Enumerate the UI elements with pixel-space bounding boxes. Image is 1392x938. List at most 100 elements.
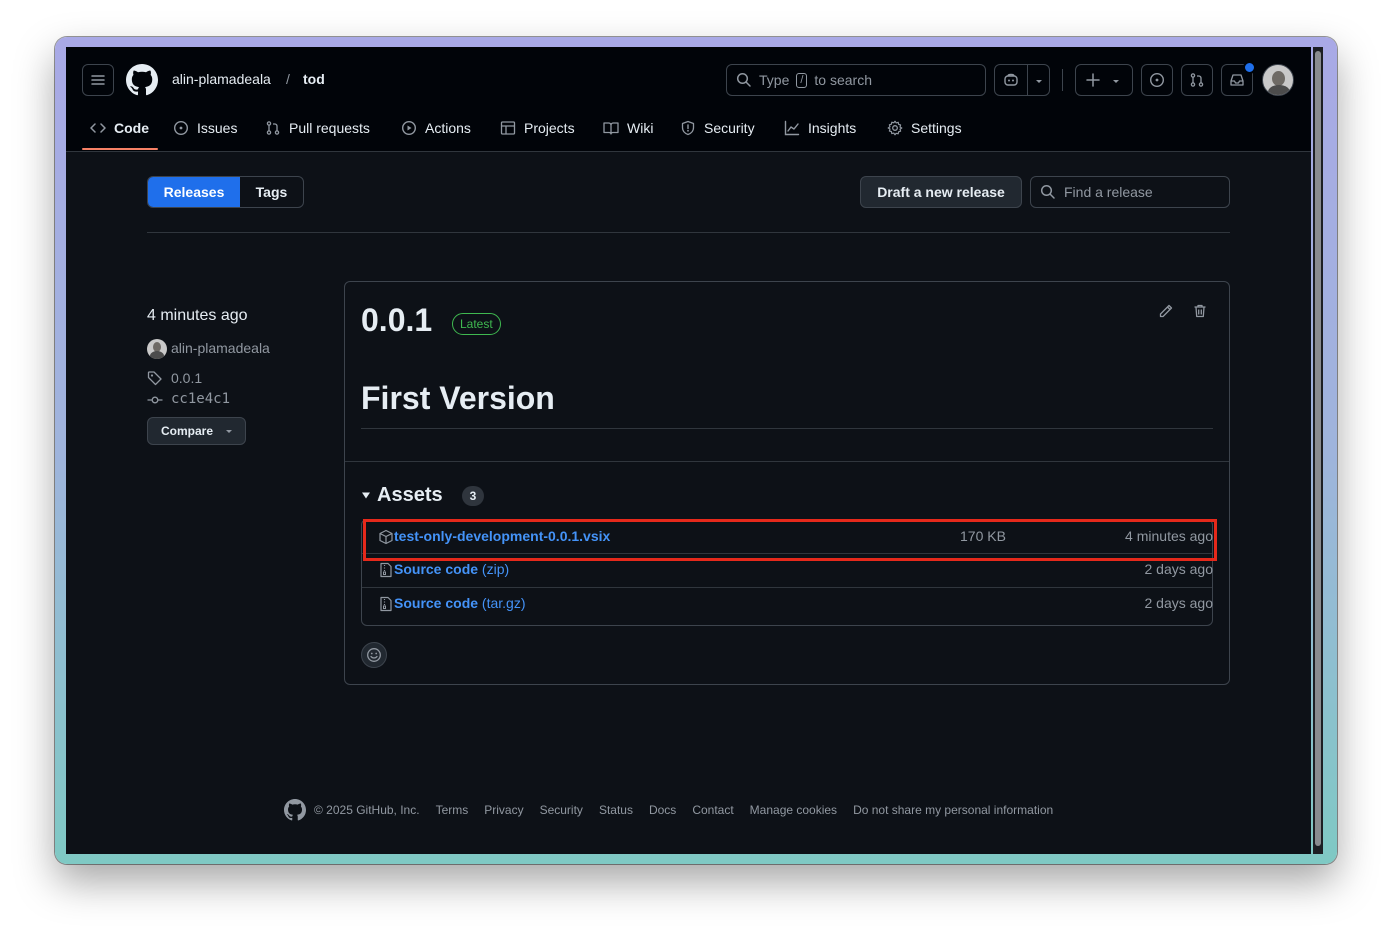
pull-request-icon: [266, 121, 280, 135]
footer-link-do-not-share[interactable]: Do not share my personal information: [853, 803, 1053, 817]
triangle-down-icon: [362, 492, 370, 499]
release-card: 0.0.1 Latest First Version Assets 3 test…: [344, 281, 1230, 685]
release-time: 4 minutes ago: [147, 307, 248, 324]
tab-security-label: Security: [704, 120, 755, 136]
add-reaction-button[interactable]: [361, 642, 387, 668]
tab-insights[interactable]: Insights: [784, 117, 856, 139]
commit-link[interactable]: cc1e4c1: [171, 391, 230, 407]
tab-wiki-label: Wiki: [627, 120, 654, 136]
chevron-down-icon: [1113, 80, 1119, 83]
tab-security[interactable]: Security: [680, 117, 755, 139]
tab-projects-label: Projects: [524, 120, 575, 136]
highlight-box: [363, 519, 1217, 561]
repo-name-link[interactable]: tod: [303, 71, 325, 87]
assets-heading: Assets: [377, 483, 443, 506]
copilot-icon: [1004, 73, 1018, 86]
author-avatar[interactable]: [147, 339, 167, 359]
footer-link-status[interactable]: Status: [599, 803, 633, 817]
footer-link-terms[interactable]: Terms: [436, 803, 469, 817]
compare-label: Compare: [161, 424, 214, 438]
github-logo-icon[interactable]: [126, 64, 158, 96]
footer-link-privacy[interactable]: Privacy: [484, 803, 523, 817]
search-prefix: Type: [759, 72, 790, 88]
releases-tab[interactable]: Releases: [148, 177, 240, 207]
scrollbar-thumb[interactable]: [1315, 51, 1321, 846]
smiley-icon: [367, 648, 381, 662]
repo-owner-link[interactable]: alin-plamadeala: [172, 71, 271, 87]
issues-button[interactable]: [1141, 64, 1173, 96]
tab-settings[interactable]: Settings: [887, 117, 962, 139]
pencil-icon[interactable]: [1158, 303, 1174, 319]
asset-name-link: Source code: [394, 561, 479, 577]
inbox-icon: [1230, 74, 1244, 86]
tab-pull-requests[interactable]: Pull requests: [265, 117, 370, 139]
user-avatar[interactable]: [1262, 64, 1294, 96]
footer-link-docs[interactable]: Docs: [649, 803, 676, 817]
repo-separator: /: [286, 71, 290, 87]
asset-source-tar[interactable]: Source code (tar.gz): [394, 595, 526, 611]
pull-requests-button[interactable]: [1181, 64, 1213, 96]
tab-code[interactable]: Code: [90, 117, 149, 139]
search-key-hint: /: [796, 72, 808, 88]
trash-icon[interactable]: [1192, 303, 1208, 319]
release-title: First Version: [361, 380, 555, 416]
releases-tags-toggle: Releases Tags: [147, 176, 304, 208]
tab-actions-label: Actions: [425, 120, 471, 136]
tab-issues-label: Issues: [197, 120, 238, 136]
footer-link-contact[interactable]: Contact: [692, 803, 733, 817]
tab-settings-label: Settings: [911, 120, 962, 136]
footer: © 2025 GitHub, Inc. Terms Privacy Securi…: [284, 798, 1053, 822]
inbox-button[interactable]: [1221, 61, 1256, 96]
browser-window: alin-plamadeala / tod Type / to search C…: [66, 47, 1311, 854]
title-divider: [361, 428, 1213, 429]
gear-icon: [887, 120, 903, 136]
hamburger-icon: [91, 75, 105, 85]
create-new-button[interactable]: [1075, 64, 1133, 96]
file-zip-icon: [380, 596, 392, 612]
author-link[interactable]: alin-plamadeala: [171, 340, 270, 356]
assets-divider: [345, 461, 1229, 462]
asset-time: 2 days ago: [1144, 595, 1214, 611]
github-logo-icon[interactable]: [284, 799, 306, 821]
search-suffix: to search: [814, 72, 873, 88]
plus-icon: [1086, 73, 1100, 87]
tag-link[interactable]: 0.0.1: [171, 370, 202, 386]
draft-release-button[interactable]: Draft a new release: [860, 176, 1022, 208]
tab-projects[interactable]: Projects: [500, 117, 575, 139]
search-icon: [1040, 184, 1055, 199]
file-zip-icon: [380, 562, 392, 578]
table-icon: [500, 121, 516, 135]
pull-request-icon: [1190, 73, 1204, 87]
assets-toggle[interactable]: Assets: [361, 483, 443, 507]
release-version[interactable]: 0.0.1: [361, 302, 432, 339]
compare-button[interactable]: Compare: [147, 417, 246, 445]
issue-icon: [1149, 72, 1165, 88]
asset-name-link: Source code: [394, 595, 479, 611]
asset-row[interactable]: Source code (tar.gz) 2 days ago: [362, 588, 1213, 621]
scrollbar[interactable]: [1313, 47, 1323, 854]
find-release-input[interactable]: Find a release: [1030, 176, 1230, 208]
tab-issues[interactable]: Issues: [173, 117, 237, 139]
tab-pull-requests-label: Pull requests: [289, 120, 370, 136]
asset-source-zip[interactable]: Source code (zip): [394, 561, 509, 577]
tags-tab[interactable]: Tags: [240, 177, 303, 207]
tab-code-label: Code: [114, 120, 149, 136]
copilot-button[interactable]: [994, 64, 1050, 96]
tab-actions[interactable]: Actions: [401, 117, 471, 139]
asset-time: 2 days ago: [1144, 561, 1214, 577]
footer-link-manage-cookies[interactable]: Manage cookies: [750, 803, 837, 817]
global-header: alin-plamadeala / tod Type / to search C…: [66, 47, 1311, 152]
notification-dot: [1243, 61, 1256, 74]
graph-icon: [784, 120, 800, 136]
commit-icon: [147, 396, 163, 404]
assets-count: 3: [462, 486, 484, 506]
search-input[interactable]: Type / to search: [726, 64, 986, 96]
play-icon: [401, 120, 417, 136]
tag-icon: [147, 371, 162, 386]
chevron-down-icon: [226, 430, 233, 433]
footer-link-security[interactable]: Security: [540, 803, 583, 817]
book-icon: [603, 122, 619, 135]
divider: [147, 232, 1230, 233]
menu-button[interactable]: [82, 64, 114, 96]
tab-wiki[interactable]: Wiki: [603, 117, 653, 139]
